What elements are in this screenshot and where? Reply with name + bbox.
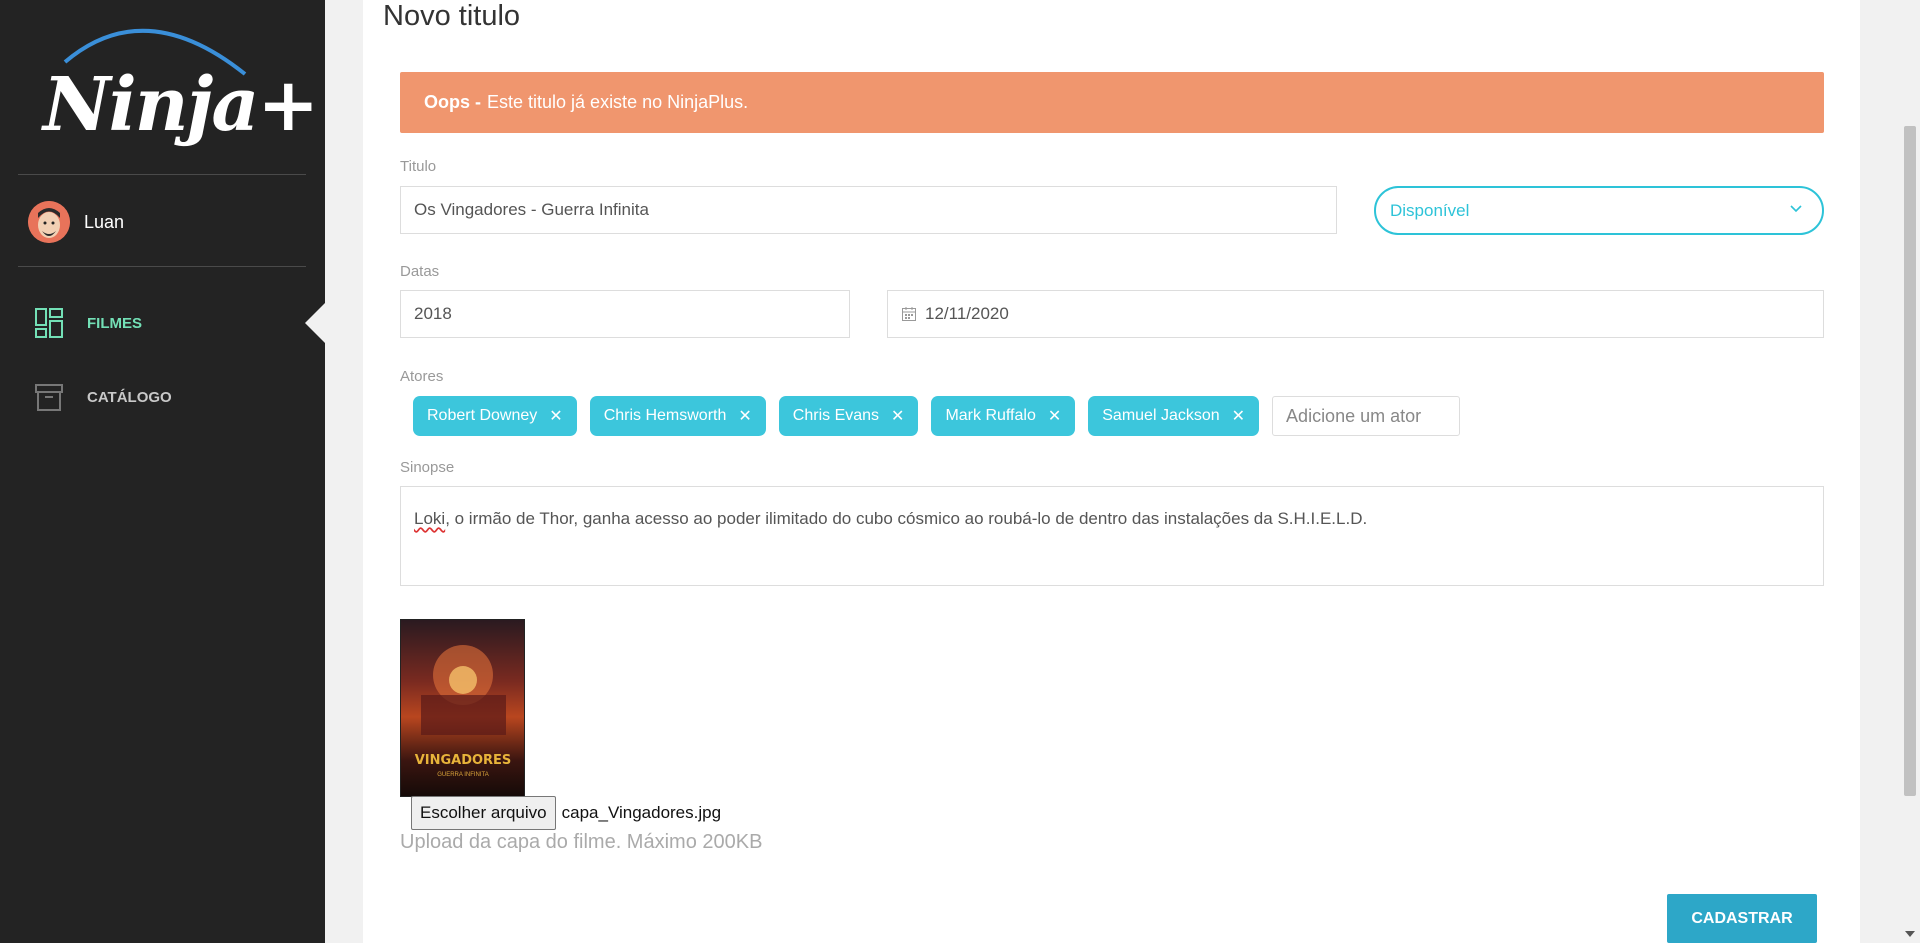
alert-prefix: Oops - — [424, 92, 481, 112]
actor-tag[interactable]: Robert Downey ✕ — [413, 396, 577, 436]
sinopse-first-word: Loki — [414, 509, 446, 528]
sidebar-item-catalogo[interactable]: CATÁLOGO — [35, 380, 172, 414]
sidebar-item-filmes[interactable]: FILMES — [35, 306, 142, 340]
sidebar: Ninja+ Luan FILMES CATÁLOGO — [0, 0, 326, 943]
add-actor-input[interactable]: Adicione um ator — [1272, 396, 1461, 436]
calendar-icon — [902, 307, 916, 321]
scrollbar[interactable] — [1900, 0, 1920, 943]
submit-button[interactable]: CADASTRAR — [1667, 894, 1817, 943]
date-input[interactable]: 12/11/2020 — [887, 290, 1824, 338]
actor-tag[interactable]: Chris Hemsworth ✕ — [589, 396, 766, 436]
dashboard-icon — [35, 308, 63, 338]
avatar — [28, 201, 70, 243]
scrollbar-thumb[interactable] — [1904, 126, 1916, 796]
actor-tag[interactable]: Mark Ruffalo ✕ — [931, 396, 1076, 436]
actor-tag[interactable]: Samuel Jackson ✕ — [1088, 396, 1260, 436]
titulo-label: Titulo — [400, 158, 437, 175]
datas-label: Datas — [400, 263, 440, 280]
titulo-input[interactable]: Os Vingadores - Guerra Infinita — [400, 186, 1337, 234]
sinopse-label: Sinopse — [400, 459, 455, 476]
actor-tag-label: Samuel Jackson — [1102, 407, 1220, 424]
file-upload-row: Escolher arquivo capa_Vingadores.jpg — [411, 796, 721, 830]
actor-tag-label: Chris Hemsworth — [603, 407, 727, 424]
file-name: capa_Vingadores.jpg — [561, 803, 722, 822]
status-select[interactable]: Disponível — [1374, 186, 1824, 235]
upload-help-text: Upload da capa do filme. Máximo 200KB — [400, 831, 763, 853]
active-indicator — [305, 302, 326, 344]
error-alert: Oops - Este titulo já existe no NinjaPlu… — [400, 72, 1824, 133]
logo: Ninja+ — [35, 14, 319, 164]
remove-tag-icon[interactable]: ✕ — [1232, 406, 1245, 426]
actor-tag-label: Chris Evans — [792, 407, 880, 424]
actor-tag-label: Mark Ruffalo — [945, 407, 1036, 424]
date-value: 12/11/2020 — [925, 304, 1009, 323]
sidebar-item-label: FILMES — [87, 314, 142, 332]
archive-box-icon — [35, 384, 63, 411]
logo-text: Ninja+ — [43, 62, 319, 148]
remove-tag-icon[interactable]: ✕ — [1048, 406, 1061, 426]
actors-tag-list: Robert Downey ✕ Chris Hemsworth ✕ Chris Ev… — [413, 396, 1461, 436]
poster-title: VINGADORES — [414, 753, 512, 768]
actor-tag[interactable]: Chris Evans ✕ — [778, 396, 919, 436]
sinopse-text: , o irmão de Thor, ganha acesso ao poder… — [445, 509, 1368, 528]
status-value: Disponível — [1390, 200, 1470, 220]
user-profile[interactable]: Luan — [28, 200, 124, 244]
sidebar-divider — [18, 174, 306, 175]
chevron-down-icon — [1790, 205, 1802, 213]
choose-file-button[interactable]: Escolher arquivo — [411, 796, 556, 830]
remove-tag-icon[interactable]: ✕ — [549, 406, 562, 426]
atores-label: Atores — [400, 368, 444, 385]
actor-tag-label: Robert Downey — [427, 407, 538, 424]
poster-subtitle: GUERRA INFINITA — [437, 772, 489, 778]
alert-message: Este titulo já existe no NinjaPlus. — [487, 92, 749, 112]
sinopse-textarea[interactable]: Loki, o irmão de Thor, ganha acesso ao p… — [400, 486, 1824, 586]
scroll-down-arrow-icon[interactable] — [1905, 931, 1915, 937]
sidebar-divider — [18, 266, 306, 267]
cover-preview-image: VINGADORES GUERRA INFINITA — [400, 619, 525, 797]
remove-tag-icon[interactable]: ✕ — [891, 406, 904, 426]
remove-tag-icon[interactable]: ✕ — [738, 406, 751, 426]
page-title: Novo titulo — [383, 0, 521, 32]
user-name: Luan — [84, 211, 125, 232]
sidebar-item-label: CATÁLOGO — [87, 388, 172, 406]
main-panel: Novo titulo Oops - Este titulo já existe… — [363, 0, 1860, 943]
year-input[interactable]: 2018 — [400, 290, 850, 338]
